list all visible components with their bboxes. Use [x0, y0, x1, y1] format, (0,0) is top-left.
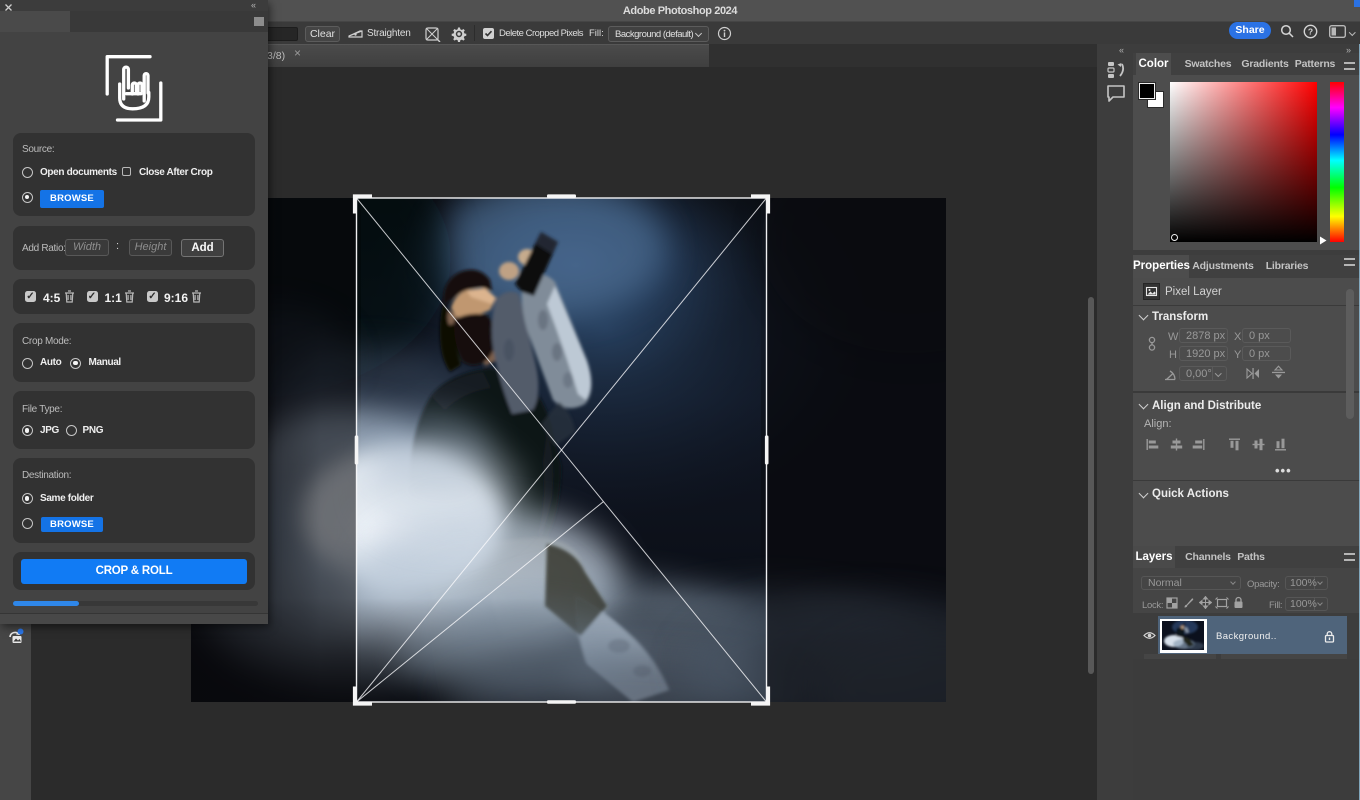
svg-text:?: ?: [1308, 27, 1313, 37]
